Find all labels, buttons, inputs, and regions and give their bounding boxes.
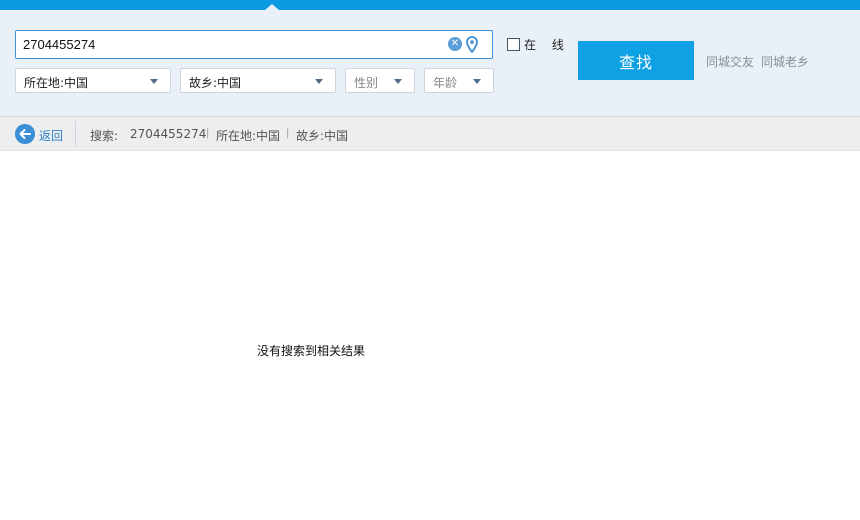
back-arrow-icon[interactable] — [15, 124, 35, 144]
gender-dropdown-value: 性别 — [354, 76, 379, 90]
same-city-hometown-link[interactable]: 同城老乡 — [761, 53, 809, 70]
location-dropdown[interactable]: 所在地:中国 — [15, 68, 171, 93]
hometown-dropdown[interactable]: 故乡:中国 — [180, 68, 336, 93]
search-box[interactable]: ✕ — [15, 30, 493, 59]
chevron-down-icon — [315, 79, 323, 84]
breadcrumb: 返回 搜索: 2704455274 | 所在地:中国 | 故乡:中国 — [0, 117, 860, 151]
breadcrumb-separator: | — [286, 128, 290, 139]
top-accent-bar — [0, 0, 860, 10]
breadcrumb-location: 所在地:中国 — [216, 129, 281, 143]
age-dropdown[interactable]: 年龄 — [424, 68, 494, 93]
age-dropdown-value: 年龄 — [433, 76, 458, 90]
breadcrumb-separator: | — [206, 128, 210, 139]
breadcrumb-divider — [75, 121, 76, 147]
chevron-down-icon — [150, 79, 158, 84]
chevron-down-icon — [394, 79, 402, 84]
same-city-friends-link[interactable]: 同城交友 — [706, 53, 754, 70]
breadcrumb-search-prefix: 搜索: — [90, 129, 119, 143]
gender-dropdown[interactable]: 性别 — [345, 68, 415, 93]
hometown-dropdown-value: 故乡:中国 — [189, 76, 242, 90]
breadcrumb-hometown: 故乡:中国 — [296, 129, 349, 143]
location-dropdown-value: 所在地:中国 — [24, 76, 89, 90]
clear-icon[interactable]: ✕ — [448, 37, 462, 51]
tab-pointer — [265, 4, 279, 10]
empty-result-message: 没有搜索到相关结果 — [257, 344, 366, 358]
search-input[interactable] — [23, 31, 443, 58]
chevron-down-icon — [473, 79, 481, 84]
online-label: 在 线 — [524, 38, 570, 52]
search-panel: ✕ 在 线 所在地:中国 故乡:中国 性别 年龄 查找 同城交友 同城老乡 — [0, 10, 860, 117]
location-pin-icon[interactable] — [466, 36, 478, 53]
online-checkbox[interactable] — [507, 38, 520, 51]
breadcrumb-query: 2704455274 — [130, 127, 207, 141]
back-link[interactable]: 返回 — [39, 127, 63, 144]
find-button[interactable]: 查找 — [578, 41, 694, 80]
